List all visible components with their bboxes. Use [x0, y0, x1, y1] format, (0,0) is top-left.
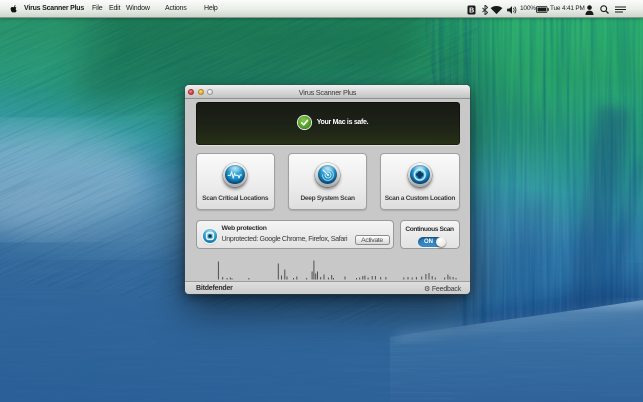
svg-text:B: B — [469, 8, 474, 15]
